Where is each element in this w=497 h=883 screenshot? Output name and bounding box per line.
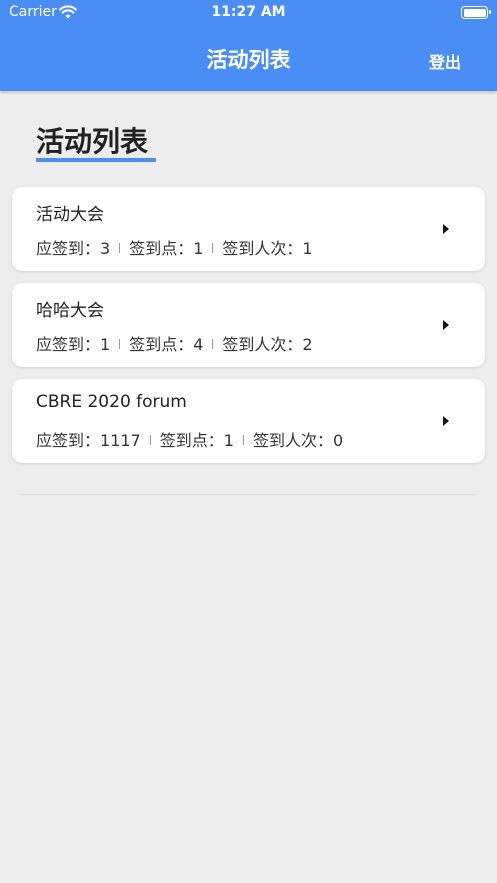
stat-separator	[119, 243, 121, 253]
event-card[interactable]: 活动大会 应签到：3 签到点：1 签到人次：1	[12, 187, 485, 271]
clock: 11:27 AM	[211, 4, 286, 20]
stat-separator	[212, 243, 214, 253]
nav-title: 活动列表	[206, 48, 291, 72]
checkin-count-value: 2	[302, 335, 313, 354]
expected-checkins-label: 应签到：	[36, 239, 101, 258]
logout-button[interactable]: 登出	[429, 49, 461, 73]
checkin-count-value: 0	[332, 431, 344, 450]
page-title: 活动列表	[36, 125, 149, 158]
event-stats: 应签到：1 签到点：4 签到人次：2	[36, 331, 313, 355]
stat-separator	[119, 339, 121, 349]
expected-checkins-label: 应签到：	[36, 335, 101, 354]
stat-separator	[212, 339, 214, 349]
checkin-points-label: 签到点：	[129, 335, 194, 354]
checkin-points-label: 签到点：	[159, 431, 224, 450]
checkin-points-value: 4	[193, 335, 204, 354]
list-divider	[22, 494, 475, 495]
stat-separator	[149, 435, 151, 445]
event-name: CBRE 2020 forum	[36, 392, 187, 412]
battery-icon	[461, 6, 491, 19]
event-card[interactable]: CBRE 2020 forum 应签到：1117 签到点：1 签到人次：0	[12, 379, 485, 463]
stat-separator	[242, 435, 244, 445]
checkin-count-label: 签到人次：	[252, 431, 333, 450]
expected-checkins-value: 1	[100, 335, 111, 354]
expected-checkins-value: 3	[100, 239, 111, 258]
chevron-right-icon	[443, 416, 449, 426]
checkin-points-value: 1	[193, 239, 204, 258]
checkin-points-value: 1	[223, 431, 234, 450]
navigation-bar: Carrier 11:27 AM 活动列表 登出	[0, 0, 497, 91]
event-name: 活动大会	[36, 205, 104, 225]
checkin-count-label: 签到人次：	[222, 335, 303, 354]
event-stats: 应签到：1117 签到点：1 签到人次：0	[36, 427, 343, 451]
chevron-right-icon	[443, 320, 449, 330]
heading-underline	[36, 158, 156, 162]
checkin-points-label: 签到点：	[129, 239, 194, 258]
expected-checkins-label: 应签到：	[36, 431, 101, 450]
checkin-count-value: 1	[302, 239, 313, 258]
chevron-right-icon	[443, 224, 449, 234]
event-card[interactable]: 哈哈大会 应签到：1 签到点：4 签到人次：2	[12, 283, 485, 367]
expected-checkins-value: 1117	[100, 431, 141, 450]
event-stats: 应签到：3 签到点：1 签到人次：1	[36, 235, 313, 259]
status-bar: Carrier 11:27 AM	[0, 0, 497, 26]
checkin-count-label: 签到人次：	[222, 239, 303, 258]
event-name: 哈哈大会	[36, 301, 104, 321]
